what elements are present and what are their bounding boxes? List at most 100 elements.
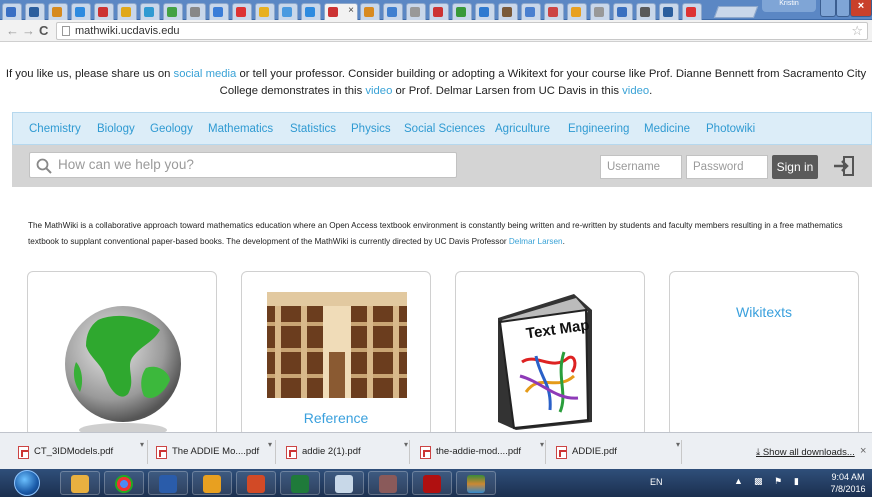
textmap-card[interactable]: Text Map — [455, 271, 645, 437]
browser-tab[interactable] — [452, 3, 472, 20]
forward-icon[interactable]: → — [22, 23, 35, 38]
browser-tab[interactable] — [429, 3, 449, 20]
taskbar-app[interactable] — [456, 471, 496, 495]
taskbar-acrobat[interactable] — [412, 471, 452, 495]
chevron-down-icon[interactable]: ▾ — [540, 440, 544, 449]
language-indicator[interactable]: EN — [650, 477, 663, 487]
browser-tab[interactable] — [567, 3, 587, 20]
download-item[interactable]: The ADDIE Mo....pdf — [152, 440, 276, 464]
browser-tab[interactable] — [659, 3, 679, 20]
browser-tab[interactable] — [613, 3, 633, 20]
taskbar-app[interactable] — [368, 471, 408, 495]
nav-chemistry[interactable]: Chemistry — [29, 123, 81, 135]
close-window-button[interactable]: × — [850, 0, 872, 17]
taskbar-chrome[interactable] — [104, 471, 144, 495]
browser-tab[interactable] — [163, 3, 183, 20]
download-item[interactable]: the-addie-mod....pdf — [416, 440, 546, 464]
close-icon[interactable]: × — [860, 445, 866, 457]
browser-tab[interactable] — [360, 3, 380, 20]
browser-tab[interactable] — [301, 3, 321, 20]
back-icon[interactable]: ← — [6, 23, 19, 38]
user-profile-badge[interactable]: Kristin — [762, 0, 816, 12]
download-item[interactable]: ADDIE.pdf — [552, 440, 682, 464]
maximize-button[interactable] — [836, 0, 850, 17]
nav-engineering[interactable]: Engineering — [568, 123, 629, 135]
reference-card[interactable]: Reference — [241, 271, 431, 437]
browser-tab[interactable]: × — [324, 3, 358, 20]
flag-icon[interactable]: ⚑ — [774, 476, 782, 487]
nav-mathematics[interactable]: Mathematics — [208, 123, 273, 135]
taskbar-excel[interactable] — [280, 471, 320, 495]
download-item[interactable]: CT_3IDModels.pdf — [14, 440, 148, 464]
browser-tab[interactable] — [140, 3, 160, 20]
taskbar-explorer[interactable] — [60, 471, 100, 495]
close-tab-icon[interactable]: × — [348, 5, 354, 16]
nav-social-sciences[interactable]: Social Sciences — [404, 123, 485, 135]
login-icon[interactable] — [832, 154, 856, 178]
new-tab-button[interactable] — [713, 6, 759, 18]
taskbar-powerpoint[interactable] — [236, 471, 276, 495]
browser-tab[interactable] — [94, 3, 114, 20]
download-filename: the-addie-mod....pdf — [436, 446, 522, 457]
browser-tab[interactable] — [48, 3, 68, 20]
sign-in-button[interactable]: Sign in — [772, 155, 818, 179]
browser-tab[interactable] — [498, 3, 518, 20]
wikitexts-title[interactable]: Wikitexts — [670, 304, 858, 320]
browser-tab[interactable] — [71, 3, 91, 20]
globe-card[interactable] — [27, 271, 217, 437]
browser-tab[interactable] — [232, 3, 252, 20]
browser-tab[interactable] — [544, 3, 564, 20]
video-link-2[interactable]: video — [622, 85, 649, 97]
browser-tab[interactable] — [25, 3, 45, 20]
browser-tab[interactable] — [117, 3, 137, 20]
nav-statistics[interactable]: Statistics — [290, 123, 336, 135]
taskbar-outlook[interactable] — [192, 471, 232, 495]
show-all-downloads-link[interactable]: ⤓ Show all downloads... — [756, 447, 855, 458]
taskbar-search-app[interactable] — [324, 471, 364, 495]
browser-tab[interactable] — [255, 3, 275, 20]
battery-icon[interactable]: ▮ — [794, 476, 799, 487]
nav-agriculture[interactable]: Agriculture — [495, 123, 550, 135]
browser-tab[interactable] — [590, 3, 610, 20]
browser-tab[interactable] — [406, 3, 426, 20]
nav-photowiki[interactable]: Photowiki — [706, 123, 755, 135]
browser-tab[interactable] — [2, 3, 22, 20]
search-input[interactable]: How can we help you? — [29, 152, 457, 178]
nav-geology[interactable]: Geology — [150, 123, 193, 135]
browser-tab[interactable] — [682, 3, 702, 20]
browser-tab[interactable] — [186, 3, 206, 20]
nav-medicine[interactable]: Medicine — [644, 123, 690, 135]
address-bar[interactable]: mathwiki.ucdavis.edu ☆ — [56, 22, 868, 40]
browser-tab[interactable] — [475, 3, 495, 20]
social-media-link[interactable]: social media — [174, 68, 237, 80]
browser-tab[interactable] — [636, 3, 656, 20]
clock[interactable]: 9:04 AM 7/8/2016 — [826, 471, 870, 495]
wikitexts-card[interactable]: Wikitexts — [669, 271, 859, 437]
password-field[interactable]: Password — [686, 155, 768, 179]
nav-biology[interactable]: Biology — [97, 123, 135, 135]
reload-icon[interactable]: C — [39, 23, 48, 38]
library-image — [267, 292, 407, 398]
username-field[interactable]: Username — [600, 155, 682, 179]
intro-paragraph: The MathWiki is a collaborative approach… — [28, 218, 863, 250]
bookmark-star-icon[interactable]: ☆ — [851, 23, 863, 39]
browser-tab[interactable] — [521, 3, 541, 20]
download-item[interactable]: addie 2(1).pdf — [282, 440, 410, 464]
browser-tab[interactable] — [383, 3, 403, 20]
minimize-button[interactable] — [820, 0, 836, 17]
reference-title[interactable]: Reference — [242, 410, 430, 426]
browser-tab[interactable] — [209, 3, 229, 20]
volume-icon[interactable]: ▲ — [734, 476, 743, 486]
taskbar-word[interactable] — [148, 471, 188, 495]
chevron-down-icon[interactable]: ▾ — [268, 440, 272, 449]
nav-physics[interactable]: Physics — [351, 123, 391, 135]
tab-favicon — [282, 7, 292, 17]
network-icon[interactable]: ▩ — [754, 476, 763, 487]
chevron-down-icon[interactable]: ▾ — [676, 440, 680, 449]
chevron-down-icon[interactable]: ▾ — [140, 440, 144, 449]
chevron-down-icon[interactable]: ▾ — [404, 440, 408, 449]
start-button[interactable] — [14, 470, 40, 496]
browser-tab[interactable] — [278, 3, 298, 20]
delmar-larsen-link[interactable]: Delmar Larsen — [509, 237, 563, 246]
video-link-1[interactable]: video — [365, 85, 392, 97]
